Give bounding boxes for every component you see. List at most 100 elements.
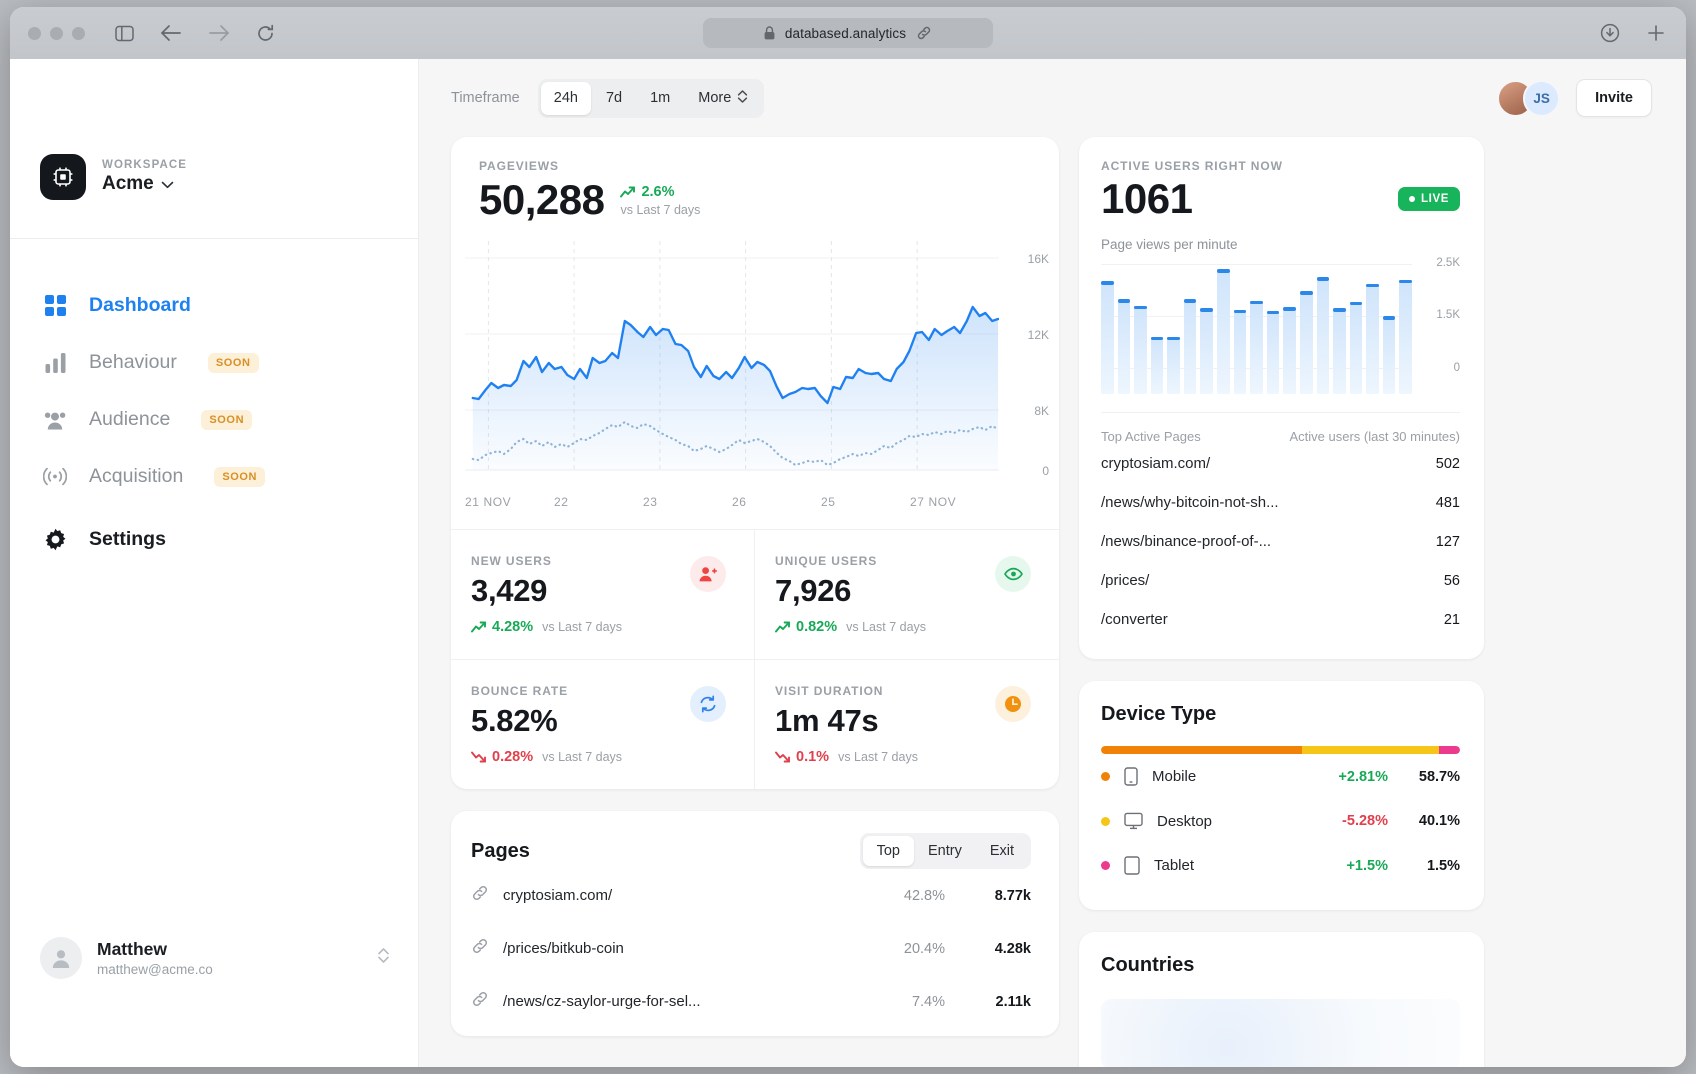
live-dot-icon <box>1409 196 1415 202</box>
active-page-users: 481 <box>1436 495 1460 511</box>
user-email: matthew@acme.co <box>97 962 213 977</box>
user-account-switcher[interactable]: Matthew matthew@acme.co <box>10 937 418 979</box>
table-row[interactable]: cryptosiam.com/ 42.8% 8.77k <box>451 869 1059 922</box>
address-bar[interactable]: databased.analytics <box>703 18 993 48</box>
list-item[interactable]: Mobile +2.81% 58.7% <box>1101 754 1460 799</box>
status-badge: SOON <box>201 410 252 430</box>
link-icon[interactable] <box>916 25 932 41</box>
pageviews-chart-svg <box>465 237 999 485</box>
x-tick-label: 22 <box>554 495 643 509</box>
eye-icon <box>995 556 1031 592</box>
back-icon[interactable] <box>160 24 182 42</box>
y-tick-label: 16K <box>1028 252 1049 266</box>
new-tab-icon[interactable] <box>1646 23 1666 43</box>
metric-card-visit-duration: VISIT DURATION 1m 47s 0.1% vs Last 7 day… <box>755 659 1059 789</box>
pages-card: Pages Top Entry Exit <box>451 811 1059 1036</box>
sidebar-item-audience[interactable]: Audience SOON <box>10 391 418 448</box>
metric-card-new-users: NEW USERS 3,429 4.28% vs Last 7 days <box>451 530 755 659</box>
bar-chart-icon <box>42 352 68 373</box>
timeframe-option-24h[interactable]: 24h <box>541 82 591 115</box>
invite-button[interactable]: Invite <box>1576 79 1652 117</box>
pageviews-x-axis: 21 NOV 22 23 26 25 27 NOV <box>451 485 1059 529</box>
pageviews-chart[interactable]: 16K 12K 8K 0 <box>451 237 1059 485</box>
table-row[interactable]: /news/cz-saylor-urge-for-sel... 7.4% 2.1… <box>451 975 1059 1028</box>
active-pages-header: Top Active Pages Active users (last 30 m… <box>1101 429 1460 444</box>
sidebar-item-settings[interactable]: Settings <box>10 511 418 568</box>
pageviews-kicker: PAGEVIEWS <box>479 159 1031 173</box>
reload-icon[interactable] <box>256 24 275 43</box>
page-percent: 7.4% <box>853 994 945 1010</box>
timeframe-selector[interactable]: 24h 7d 1m More <box>538 79 765 118</box>
legend-dot-icon <box>1101 772 1110 781</box>
metric-delta: 0.82% <box>775 619 837 635</box>
active-page-path: /news/why-bitcoin-not-sh... <box>1101 494 1279 511</box>
pageviews-delta-text: 2.6% <box>641 184 674 200</box>
active-page-path: cryptosiam.com/ <box>1101 455 1210 472</box>
avatar-initials[interactable]: JS <box>1523 80 1560 117</box>
window-controls[interactable] <box>28 27 85 40</box>
tab-top[interactable]: Top <box>863 836 914 866</box>
list-item[interactable]: /prices/ 56 <box>1101 561 1460 600</box>
sidebar-item-dashboard[interactable]: Dashboard <box>10 277 418 334</box>
bar <box>1184 299 1197 394</box>
link-icon <box>471 937 489 960</box>
active-page-users: 502 <box>1436 456 1460 472</box>
x-tick-label: 26 <box>732 495 821 509</box>
download-icon[interactable] <box>1600 23 1620 43</box>
sidebar-item-behaviour[interactable]: Behaviour SOON <box>10 334 418 391</box>
member-avatars[interactable]: JS <box>1497 80 1560 117</box>
pageviews-per-minute-chart[interactable]: 2.5K 1.5K 0 <box>1101 264 1460 394</box>
trend-up-icon <box>775 621 790 633</box>
active-users-value: 1061 <box>1101 177 1192 221</box>
y-tick-label: 8K <box>1034 404 1049 418</box>
table-row[interactable]: /prices/bitkub-coin 20.4% 4.28k <box>451 922 1059 975</box>
sidebar-item-acquisition[interactable]: Acquisition SOON <box>10 448 418 505</box>
link-icon <box>471 884 489 907</box>
active-users-kicker: ACTIVE USERS RIGHT NOW <box>1101 159 1460 173</box>
timeframe-option-more[interactable]: More <box>685 82 761 115</box>
active-page-users: 127 <box>1436 534 1460 550</box>
page-path: /news/cz-saylor-urge-for-sel... <box>503 993 701 1010</box>
bar <box>1383 316 1396 394</box>
tab-exit[interactable]: Exit <box>976 836 1028 866</box>
timeframe-option-1m[interactable]: 1m <box>637 82 683 115</box>
sidebar-item-label: Acquisition <box>89 465 183 488</box>
list-item[interactable]: Tablet +1.5% 1.5% <box>1101 843 1460 888</box>
x-tick-label: 27 NOV <box>910 495 999 509</box>
page-count: 4.28k <box>945 941 1031 957</box>
list-item[interactable]: /converter 21 <box>1101 600 1460 639</box>
tab-entry[interactable]: Entry <box>914 836 976 866</box>
device-name: Mobile <box>1152 768 1196 785</box>
lock-icon <box>764 26 775 40</box>
device-delta: +1.5% <box>1346 858 1388 874</box>
bar-series <box>1101 264 1412 394</box>
minimize-window-button[interactable] <box>50 27 63 40</box>
list-item[interactable]: Desktop -5.28% 40.1% <box>1101 799 1460 843</box>
active-users-card: ACTIVE USERS RIGHT NOW 1061 LIVE Page vi… <box>1079 137 1484 659</box>
list-item[interactable]: cryptosiam.com/ 502 <box>1101 444 1460 483</box>
device-segment-desktop <box>1302 746 1439 754</box>
metric-kicker: BOUNCE RATE <box>471 684 728 698</box>
world-map[interactable] <box>1101 999 1460 1067</box>
maximize-window-button[interactable] <box>72 27 85 40</box>
right-column: ACTIVE USERS RIGHT NOW 1061 LIVE Page vi… <box>1079 137 1484 1067</box>
close-window-button[interactable] <box>28 27 41 40</box>
trend-down-icon <box>775 751 790 763</box>
chevron-down-icon <box>161 173 174 195</box>
list-item[interactable]: /news/why-bitcoin-not-sh... 481 <box>1101 483 1460 522</box>
link-icon <box>471 990 489 1013</box>
gear-icon <box>42 528 68 551</box>
sidebar-toggle-icon[interactable] <box>115 25 134 42</box>
timeframe-option-7d[interactable]: 7d <box>593 82 635 115</box>
device-type-title: Device Type <box>1101 703 1460 726</box>
workspace-name[interactable]: Acme <box>102 173 187 195</box>
bar <box>1234 310 1247 395</box>
bar <box>1167 337 1180 394</box>
list-item[interactable]: /news/binance-proof-of-... 127 <box>1101 522 1460 561</box>
chevron-updown-icon <box>377 946 390 970</box>
forward-icon[interactable] <box>208 24 230 42</box>
pages-tabs[interactable]: Top Entry Exit <box>860 833 1031 869</box>
workspace-switcher[interactable]: WORKSPACE Acme <box>10 59 418 200</box>
sidebar-item-label: Settings <box>89 528 166 551</box>
metric-delta: 0.1% <box>775 749 829 765</box>
